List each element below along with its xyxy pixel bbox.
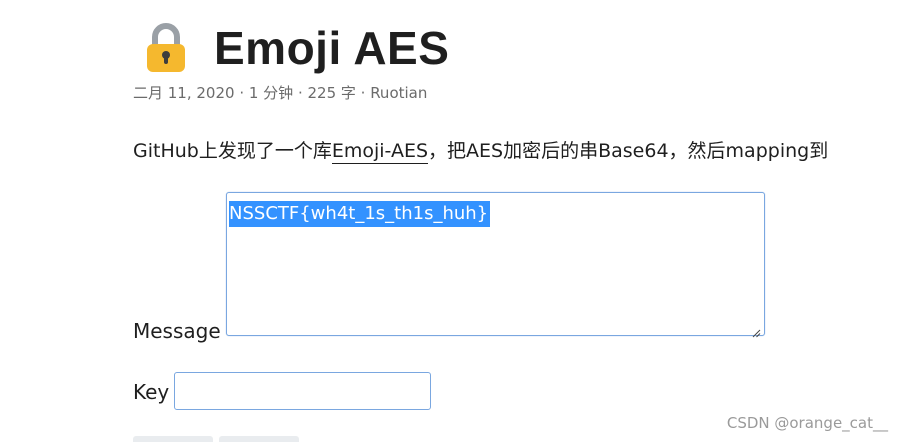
lock-icon [140,22,192,74]
resize-handle-icon[interactable] [752,323,761,338]
post-title: Emoji AES [140,18,449,78]
post-meta: 二月 11, 2020 · 1 分钟 · 225 字 · Ruotian [133,84,428,102]
message-selected-text[interactable]: NSSCTF{wh4t_1s_th1s_huh} [229,201,491,227]
decrypt-button[interactable] [219,436,299,442]
csdn-watermark: CSDN @orange_cat__ [726,414,888,432]
intro-paragraph: GitHub上发现了一个库Emoji-AES，把AES加密后的串Base64，然… [133,136,903,166]
message-label: Message [133,319,221,343]
key-label: Key [133,380,170,404]
encrypt-button[interactable] [133,436,213,442]
message-textarea[interactable]: NSSCTF{wh4t_1s_th1s_huh} [226,192,765,338]
emoji-aes-link[interactable]: Emoji-AES [331,140,429,164]
intro-text-before: GitHub上发现了一个库 [133,140,332,162]
key-input[interactable] [174,372,431,410]
page-title: Emoji AES [214,22,450,74]
intro-text-after: ，把AES加密后的串Base64，然后mapping到 [428,140,829,162]
